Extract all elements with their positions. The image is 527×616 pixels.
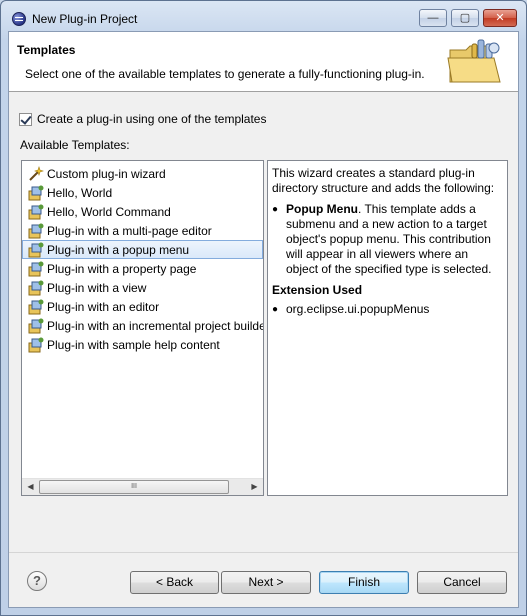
template-item[interactable]: Plug-in with an editor — [22, 297, 263, 316]
bullet-icon: ● — [272, 204, 279, 215]
dialog-window: New Plug-in Project — ▢ ✕ Templates Sele… — [0, 0, 527, 616]
custom-wizard-icon — [29, 165, 44, 181]
available-templates-label: Available Templates: — [20, 138, 130, 152]
bullet-title: Popup Menu — [286, 202, 358, 216]
template-item[interactable]: Hello, World — [22, 183, 263, 202]
cancel-button[interactable]: Cancel — [417, 571, 507, 594]
use-template-label: Create a plug-in using one of the templa… — [37, 112, 267, 126]
template-icon — [28, 280, 44, 295]
minimize-button[interactable]: — — [419, 9, 447, 27]
template-icon — [28, 318, 44, 333]
extension-bullet: ● org.eclipse.ui.popupMenus — [272, 302, 503, 317]
page-title: Templates — [17, 43, 76, 57]
template-icon — [28, 337, 44, 352]
back-button[interactable]: < Back — [130, 571, 219, 594]
templates-list-items: Custom plug-in wizard Hello, World Hello… — [22, 164, 263, 354]
scroll-right-icon[interactable]: ▶ — [246, 479, 263, 495]
template-item[interactable]: Hello, World Command — [22, 202, 263, 221]
wizard-banner: Templates Select one of the available te… — [9, 32, 518, 92]
help-icon[interactable]: ? — [27, 571, 47, 591]
template-item-label: Hello, World — [47, 185, 113, 200]
template-item[interactable]: Plug-in with sample help content — [22, 335, 263, 354]
eclipse-icon — [12, 12, 26, 26]
description-bullet: ● Popup Menu. This template adds a subme… — [272, 202, 503, 277]
template-item-label: Plug-in with a multi-page editor — [47, 223, 212, 238]
dialog-body: Templates Select one of the available te… — [8, 31, 519, 608]
template-icon — [28, 223, 44, 238]
page-description: Select one of the available templates to… — [25, 67, 425, 81]
use-template-checkbox[interactable] — [19, 112, 32, 126]
template-icon — [28, 261, 44, 276]
template-item[interactable]: Plug-in with a multi-page editor — [22, 221, 263, 240]
template-item[interactable]: Plug-in with a view — [22, 278, 263, 297]
finish-button[interactable]: Finish — [319, 571, 409, 594]
window-title: New Plug-in Project — [32, 12, 138, 26]
template-item[interactable]: Plug-in with an incremental project buil… — [22, 316, 263, 335]
template-item[interactable]: Plug-in with a property page — [22, 259, 263, 278]
template-icon — [28, 185, 44, 200]
template-item-label: Plug-in with sample help content — [47, 337, 220, 352]
template-item-selected[interactable]: Plug-in with a popup menu — [22, 240, 263, 259]
title-bar[interactable]: New Plug-in Project — ▢ ✕ — [1, 1, 526, 31]
close-button[interactable]: ✕ — [483, 9, 517, 27]
use-template-option[interactable]: Create a plug-in using one of the templa… — [19, 111, 266, 127]
folder-wizard-icon — [447, 39, 501, 83]
extension-heading: Extension Used — [272, 283, 363, 297]
template-description: This wizard creates a standard plug-in d… — [267, 160, 508, 496]
description-intro: This wizard creates a standard plug-in d… — [272, 166, 495, 195]
maximize-button[interactable]: ▢ — [451, 9, 479, 27]
template-item[interactable]: Custom plug-in wizard — [22, 164, 263, 183]
bullet-icon: ● — [272, 304, 279, 315]
scroll-left-icon[interactable]: ◀ — [22, 479, 39, 495]
scroll-thumb[interactable]: III — [39, 480, 229, 494]
horizontal-scrollbar[interactable]: ◀ III ▶ — [22, 478, 263, 495]
template-icon — [28, 299, 44, 314]
extension-item: org.eclipse.ui.popupMenus — [286, 302, 430, 316]
template-item-label: Plug-in with a property page — [47, 261, 197, 276]
template-icon — [28, 204, 44, 219]
template-item-label: Plug-in with an editor — [47, 299, 160, 314]
next-button[interactable]: Next > — [221, 571, 311, 594]
template-item-label: Custom plug-in wizard — [47, 166, 166, 181]
template-item-label: Plug-in with a view — [47, 280, 147, 295]
templates-list[interactable]: Custom plug-in wizard Hello, World Hello… — [21, 160, 264, 496]
template-item-label: Hello, World Command — [47, 204, 171, 219]
template-icon — [28, 242, 44, 257]
template-item-label: Plug-in with an incremental project buil… — [47, 318, 264, 333]
template-item-label: Plug-in with a popup menu — [47, 242, 190, 257]
footer-divider — [9, 552, 518, 553]
